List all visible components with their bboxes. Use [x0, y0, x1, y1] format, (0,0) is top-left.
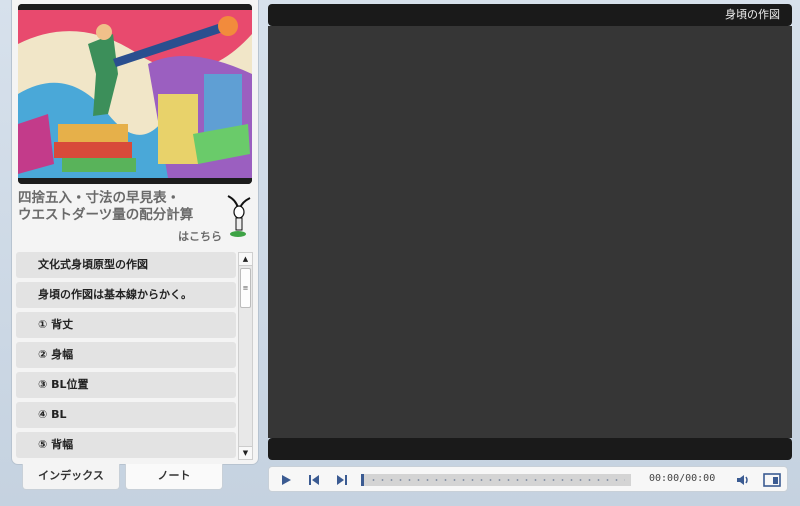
app-frame: 四捨五入・寸法の早見表・ ウエストダーツ量の配分計算 はこちら 文化式身頃原型の… [0, 0, 800, 506]
index-item[interactable]: ④ BL [16, 402, 236, 428]
index-item[interactable]: ① 背丈 [16, 312, 236, 338]
index-item[interactable]: ⑤ 背幅 [16, 432, 236, 458]
lesson-title-line1: 四捨五入・寸法の早見表・ [18, 190, 180, 206]
seek-track [369, 479, 625, 481]
caption-bar [268, 438, 792, 460]
left-panel: 四捨五入・寸法の早見表・ ウエストダーツ量の配分計算 はこちら 文化式身頃原型の… [12, 0, 258, 464]
index-item[interactable]: 身頃の作図は基本線からかく。 [16, 282, 236, 308]
slide-thumbnail [18, 4, 252, 184]
seek-bar[interactable] [361, 474, 631, 486]
previous-icon[interactable] [307, 472, 321, 491]
index-list: 文化式身頃原型の作図 身頃の作図は基本線からかく。 ① 背丈 ② 身幅 ③ BL… [16, 252, 236, 460]
video-area[interactable] [268, 26, 792, 438]
play-icon[interactable] [279, 472, 293, 491]
player-controls: 00:00/00:00 [268, 466, 788, 492]
index-scrollbar[interactable]: ▲ ≡ ▼ [238, 252, 253, 460]
scroll-down-icon[interactable]: ▼ [239, 446, 252, 459]
seek-handle[interactable] [361, 474, 364, 486]
scroll-thumb[interactable]: ≡ [240, 268, 251, 308]
volume-icon[interactable] [735, 472, 751, 491]
video-title-bar: 身頃の作図 [268, 4, 792, 26]
lesson-title-link[interactable]: 四捨五入・寸法の早見表・ ウエストダーツ量の配分計算 はこちら [18, 190, 254, 244]
index-item[interactable]: ③ BL位置 [16, 372, 236, 398]
lesson-title-line2: ウエストダーツ量の配分計算 [18, 207, 194, 223]
index-item[interactable]: 文化式身頃原型の作図 [16, 252, 236, 278]
next-icon[interactable] [335, 472, 349, 491]
time-display: 00:00/00:00 [649, 473, 716, 484]
video-title: 身頃の作図 [725, 8, 780, 21]
lesson-title-sub: はこちら [178, 230, 222, 243]
layout-toggle-icon[interactable] [763, 472, 781, 491]
tab-notes[interactable]: ノート [125, 464, 223, 490]
scroll-up-icon[interactable]: ▲ [239, 253, 252, 266]
tab-index[interactable]: インデックス [22, 464, 120, 490]
index-item[interactable]: ② 身幅 [16, 342, 236, 368]
mascot-icon [224, 192, 252, 244]
